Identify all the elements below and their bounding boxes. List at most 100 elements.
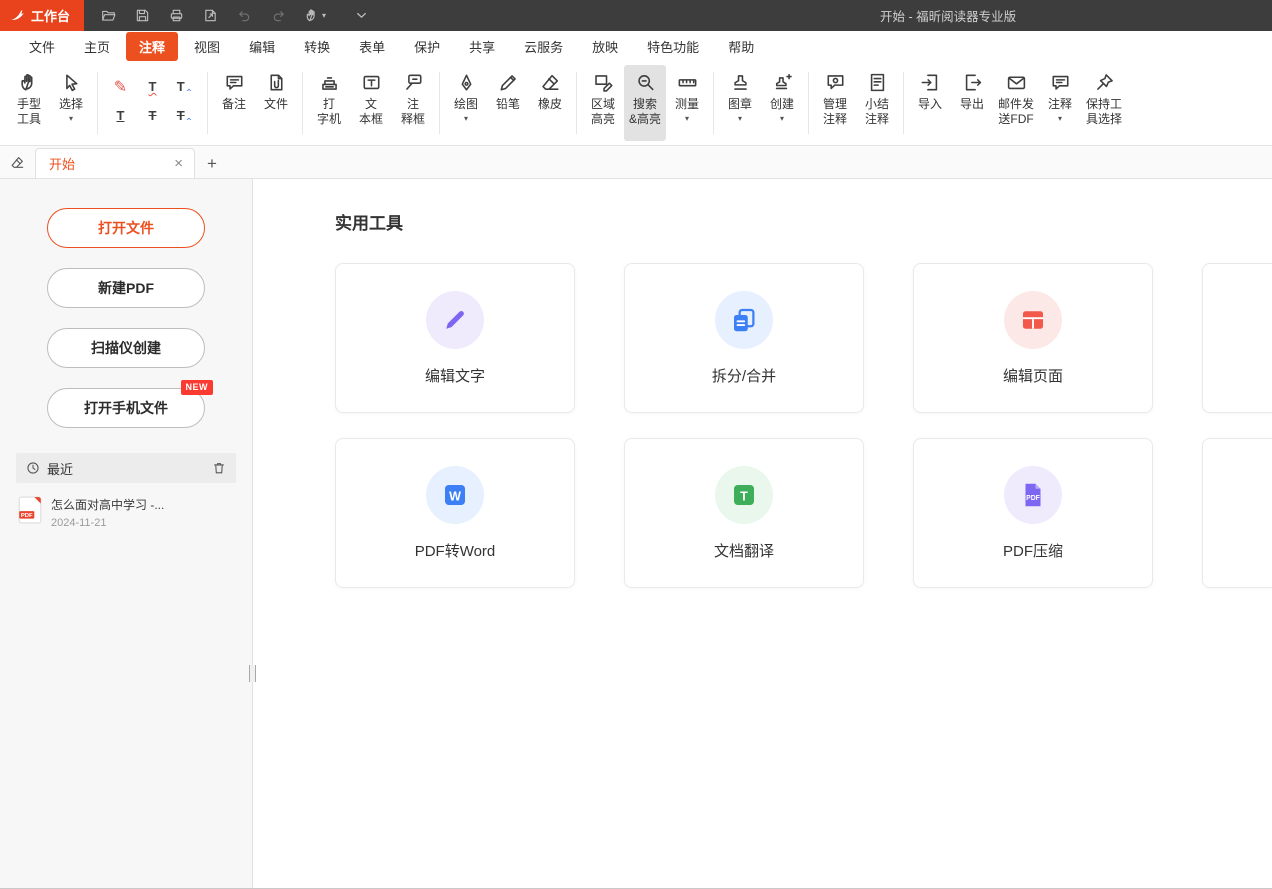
clear-recent-trash-icon[interactable] bbox=[212, 461, 226, 475]
open-file-button[interactable]: 打开文件 bbox=[47, 208, 205, 248]
close-tab-icon[interactable]: × bbox=[171, 155, 186, 172]
pdf-file-icon: PDF bbox=[18, 496, 42, 524]
print-icon[interactable] bbox=[169, 8, 184, 23]
ribbon-file-attachment-button[interactable]: 文件 bbox=[255, 65, 297, 141]
ribbon-area-highlight-button[interactable]: 区域 高亮 bbox=[582, 65, 624, 141]
document-tab-bar: 开始 × + bbox=[0, 146, 1272, 179]
ribbon-label: 小结 注释 bbox=[865, 97, 889, 127]
ribbon-textbox-button[interactable]: 文 本框 bbox=[350, 65, 392, 141]
scanner-create-button[interactable]: 扫描仪创建 bbox=[47, 328, 205, 368]
recent-file-item[interactable]: PDF 怎么面对高中学习 -... 2024-11-21 bbox=[16, 483, 236, 542]
hand-tool-quick-button[interactable]: ▾ bbox=[305, 8, 326, 23]
underline-icon[interactable]: T bbox=[107, 103, 134, 128]
menu-tab-view[interactable]: 视图 bbox=[181, 32, 233, 61]
tool-card-edit-text[interactable]: 编辑文字 bbox=[335, 263, 575, 413]
ribbon-summarize-comments-button[interactable]: 小结 注释 bbox=[856, 65, 898, 141]
ribbon-email-fdf-button[interactable]: 邮件发 送FDF bbox=[993, 65, 1039, 141]
squiggly-underline-icon[interactable]: T bbox=[139, 74, 166, 99]
strikethrough-icon[interactable]: T bbox=[139, 103, 166, 128]
chevron-down-icon: ▾ bbox=[69, 114, 73, 123]
recent-file-title: 怎么面对高中学习 -... bbox=[51, 496, 164, 513]
collapse-ribbon-button[interactable] bbox=[354, 8, 369, 23]
menu-tab-edit[interactable]: 编辑 bbox=[236, 32, 288, 61]
insert-text-icon[interactable]: T‸ bbox=[171, 74, 198, 99]
highlight-icon[interactable]: ✎ bbox=[107, 74, 134, 99]
tool-card-partial[interactable] bbox=[1202, 438, 1272, 588]
ribbon-label: 橡皮 bbox=[538, 97, 562, 112]
pdf-compress-icon: PDF bbox=[1004, 466, 1062, 524]
ribbon-typewriter-button[interactable]: 打 字机 bbox=[308, 65, 350, 141]
ribbon-label: 备注 bbox=[222, 97, 246, 112]
tool-card-doc-translate[interactable]: T 文档翻译 bbox=[624, 438, 864, 588]
add-tab-button[interactable]: + bbox=[207, 156, 217, 172]
ribbon-manage-comments-button[interactable]: 管理 注释 bbox=[814, 65, 856, 141]
ribbon-comment-button[interactable]: 注释 ▾ bbox=[1039, 65, 1081, 141]
measure-icon bbox=[677, 72, 698, 93]
comment-bubble-icon bbox=[1050, 72, 1071, 93]
ribbon-label: 图章 bbox=[728, 97, 752, 112]
menu-tab-comment[interactable]: 注释 bbox=[126, 32, 178, 61]
ribbon-label: 测量 bbox=[675, 97, 699, 112]
ribbon-measure-button[interactable]: 测量 ▾ bbox=[666, 65, 708, 141]
ribbon-search-highlight-button[interactable]: 搜索 &高亮 bbox=[624, 65, 666, 141]
tool-card-partial[interactable] bbox=[1202, 263, 1272, 413]
open-file-label: 打开文件 bbox=[98, 218, 154, 238]
area-highlight-icon bbox=[593, 72, 614, 93]
ribbon-label: 打 字机 bbox=[317, 97, 341, 127]
menu-tab-share[interactable]: 共享 bbox=[456, 32, 508, 61]
ribbon-create-button[interactable]: 创建 ▾ bbox=[761, 65, 803, 141]
new-pdf-button[interactable]: 新建PDF bbox=[47, 268, 205, 308]
document-tab-label: 开始 bbox=[49, 154, 171, 173]
file-attachment-icon bbox=[266, 72, 287, 93]
menu-tab-features[interactable]: 特色功能 bbox=[634, 32, 712, 61]
open-file-icon[interactable] bbox=[101, 8, 116, 23]
ribbon-note-button[interactable]: 备注 bbox=[213, 65, 255, 141]
open-mobile-files-button[interactable]: 打开手机文件 NEW bbox=[47, 388, 205, 428]
ribbon-hand-tool-button[interactable]: 手型 工具 bbox=[8, 65, 50, 141]
document-tab-home[interactable]: 开始 × bbox=[35, 148, 195, 178]
tool-cards-row: W PDF转Word T 文档翻译 PDF PDF压缩 bbox=[335, 438, 1272, 588]
tool-cards-row: 编辑文字 拆分/合并 编辑页面 bbox=[335, 263, 1272, 413]
ribbon-keep-tool-button[interactable]: 保持工 具选择 bbox=[1081, 65, 1127, 141]
menu-tab-convert[interactable]: 转换 bbox=[291, 32, 343, 61]
split-merge-pages-icon bbox=[715, 291, 773, 349]
chevron-down-icon: ▾ bbox=[738, 114, 742, 123]
pdf-to-word-icon: W bbox=[426, 466, 484, 524]
new-badge: NEW bbox=[181, 380, 214, 395]
tool-card-pdf-compress[interactable]: PDF PDF压缩 bbox=[913, 438, 1153, 588]
ribbon-import-button[interactable]: 导入 bbox=[909, 65, 951, 141]
ribbon-label: 注释 bbox=[1048, 97, 1072, 112]
menu-tab-cloud[interactable]: 云服务 bbox=[511, 32, 576, 61]
tool-card-label: 拆分/合并 bbox=[712, 365, 776, 386]
menu-tab-form[interactable]: 表单 bbox=[346, 32, 398, 61]
ribbon-select-button[interactable]: 选择 ▾ bbox=[50, 65, 92, 141]
ribbon-toolbar: 手型 工具 选择 ▾ ✎ T T‸ T T T‸ 备注 文件 打 字机 bbox=[0, 62, 1272, 146]
recent-label: 最近 bbox=[47, 459, 212, 478]
ribbon-stamp-button[interactable]: 图章 ▾ bbox=[719, 65, 761, 141]
menu-tab-home[interactable]: 主页 bbox=[71, 32, 123, 61]
doc-translate-icon: T bbox=[715, 466, 773, 524]
recent-file-info: 怎么面对高中学习 -... 2024-11-21 bbox=[51, 496, 164, 529]
ribbon-separator bbox=[808, 72, 809, 134]
replace-text-icon[interactable]: T‸ bbox=[171, 103, 198, 128]
ribbon-pencil-button[interactable]: 铅笔 bbox=[487, 65, 529, 141]
ribbon-callout-button[interactable]: 注 释框 bbox=[392, 65, 434, 141]
save-icon[interactable] bbox=[135, 8, 150, 23]
menu-tab-slideshow[interactable]: 放映 bbox=[579, 32, 631, 61]
export-icon[interactable] bbox=[203, 8, 218, 23]
ribbon-export-button[interactable]: 导出 bbox=[951, 65, 993, 141]
search-highlight-icon bbox=[635, 72, 656, 93]
sidebar-splitter-handle[interactable] bbox=[249, 665, 256, 682]
ribbon-eraser-button[interactable]: 橡皮 bbox=[529, 65, 571, 141]
ribbon-label: 文 本框 bbox=[359, 97, 383, 127]
ribbon-separator bbox=[713, 72, 714, 134]
quick-tool-icon[interactable] bbox=[5, 149, 29, 175]
tool-card-pdf-to-word[interactable]: W PDF转Word bbox=[335, 438, 575, 588]
tool-card-split-merge[interactable]: 拆分/合并 bbox=[624, 263, 864, 413]
menu-tab-file[interactable]: 文件 bbox=[16, 32, 68, 61]
menu-tab-help[interactable]: 帮助 bbox=[715, 32, 767, 61]
ribbon-drawing-button[interactable]: 绘图 ▾ bbox=[445, 65, 487, 141]
tool-card-edit-pages[interactable]: 编辑页面 bbox=[913, 263, 1153, 413]
menu-tab-protect[interactable]: 保护 bbox=[401, 32, 453, 61]
workspace-button[interactable]: 工作台 bbox=[0, 0, 84, 31]
